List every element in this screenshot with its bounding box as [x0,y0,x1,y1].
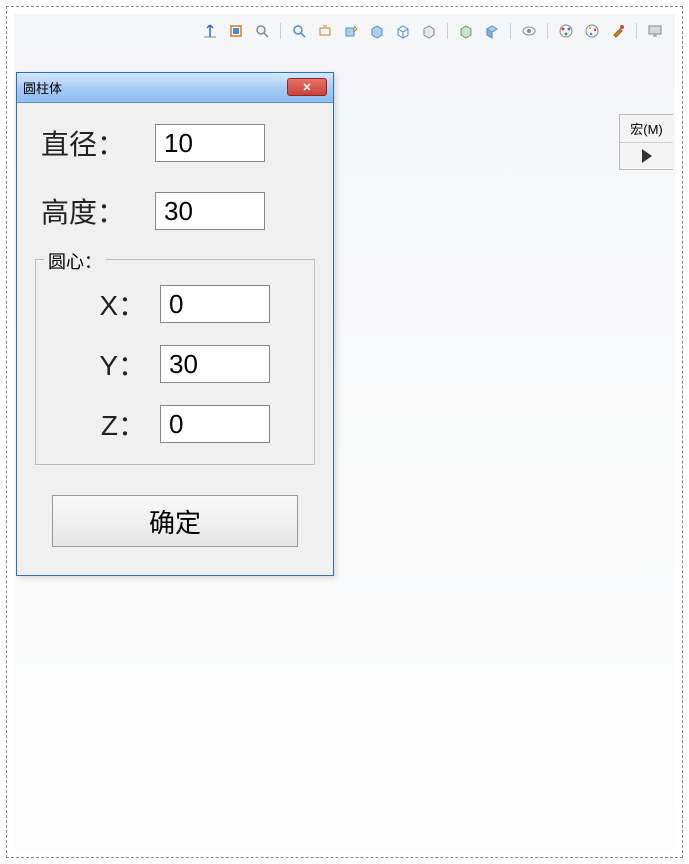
center-legend: 圆心： [44,248,106,274]
height-input[interactable] [155,192,265,230]
cylinder-medium [482,486,646,760]
display-icon[interactable] [645,21,665,41]
shaded-icon[interactable] [367,21,387,41]
rotate-view-icon[interactable] [341,21,361,41]
cylinder-dialog: 圆柱体 ✕ 直径： 高度： 圆心： X： Y： [16,72,334,576]
hidden-lines-icon[interactable] [393,21,413,41]
x-input[interactable] [160,285,270,323]
zoom-icon[interactable] [252,21,272,41]
dialog-body: 直径： 高度： 圆心： X： Y： Z： [17,103,333,575]
dialog-title: 圆柱体 [23,78,62,97]
macro-title: 宏(M) [620,115,673,143]
ok-button[interactable]: 确定 [52,495,298,547]
diameter-input[interactable] [155,124,265,162]
axis-icon[interactable] [200,21,220,41]
close-button[interactable]: ✕ [287,78,327,96]
z-label: Z： [50,404,160,444]
section-icon[interactable] [482,21,502,41]
rect-select-icon[interactable] [226,21,246,41]
diameter-label: 直径： [35,123,155,163]
dialog-titlebar[interactable]: 圆柱体 ✕ [17,73,333,103]
height-label: 高度： [35,191,155,231]
view-toolbar [200,18,665,44]
x-label: X： [50,284,160,324]
cylinder-large [402,166,602,564]
macro-play-button[interactable] [620,143,673,169]
close-icon: ✕ [302,81,311,94]
z-input[interactable] [160,405,270,443]
wireframe-icon[interactable] [419,21,439,41]
cylinder-small [334,504,474,662]
y-label: Y： [50,344,160,384]
paint-icon[interactable] [608,21,628,41]
center-fieldset: 圆心： X： Y： Z： [35,259,315,465]
palette-icon[interactable] [582,21,602,41]
y-input[interactable] [160,345,270,383]
play-icon [642,149,652,163]
eye-icon[interactable] [519,21,539,41]
macro-panel: 宏(M) [619,114,673,170]
zoom-area-icon[interactable] [289,21,309,41]
viewport: ✶ SW 研习社 宏(M) [14,14,675,850]
pan-icon[interactable] [315,21,335,41]
box-icon[interactable] [456,21,476,41]
appearance-icon[interactable] [556,21,576,41]
